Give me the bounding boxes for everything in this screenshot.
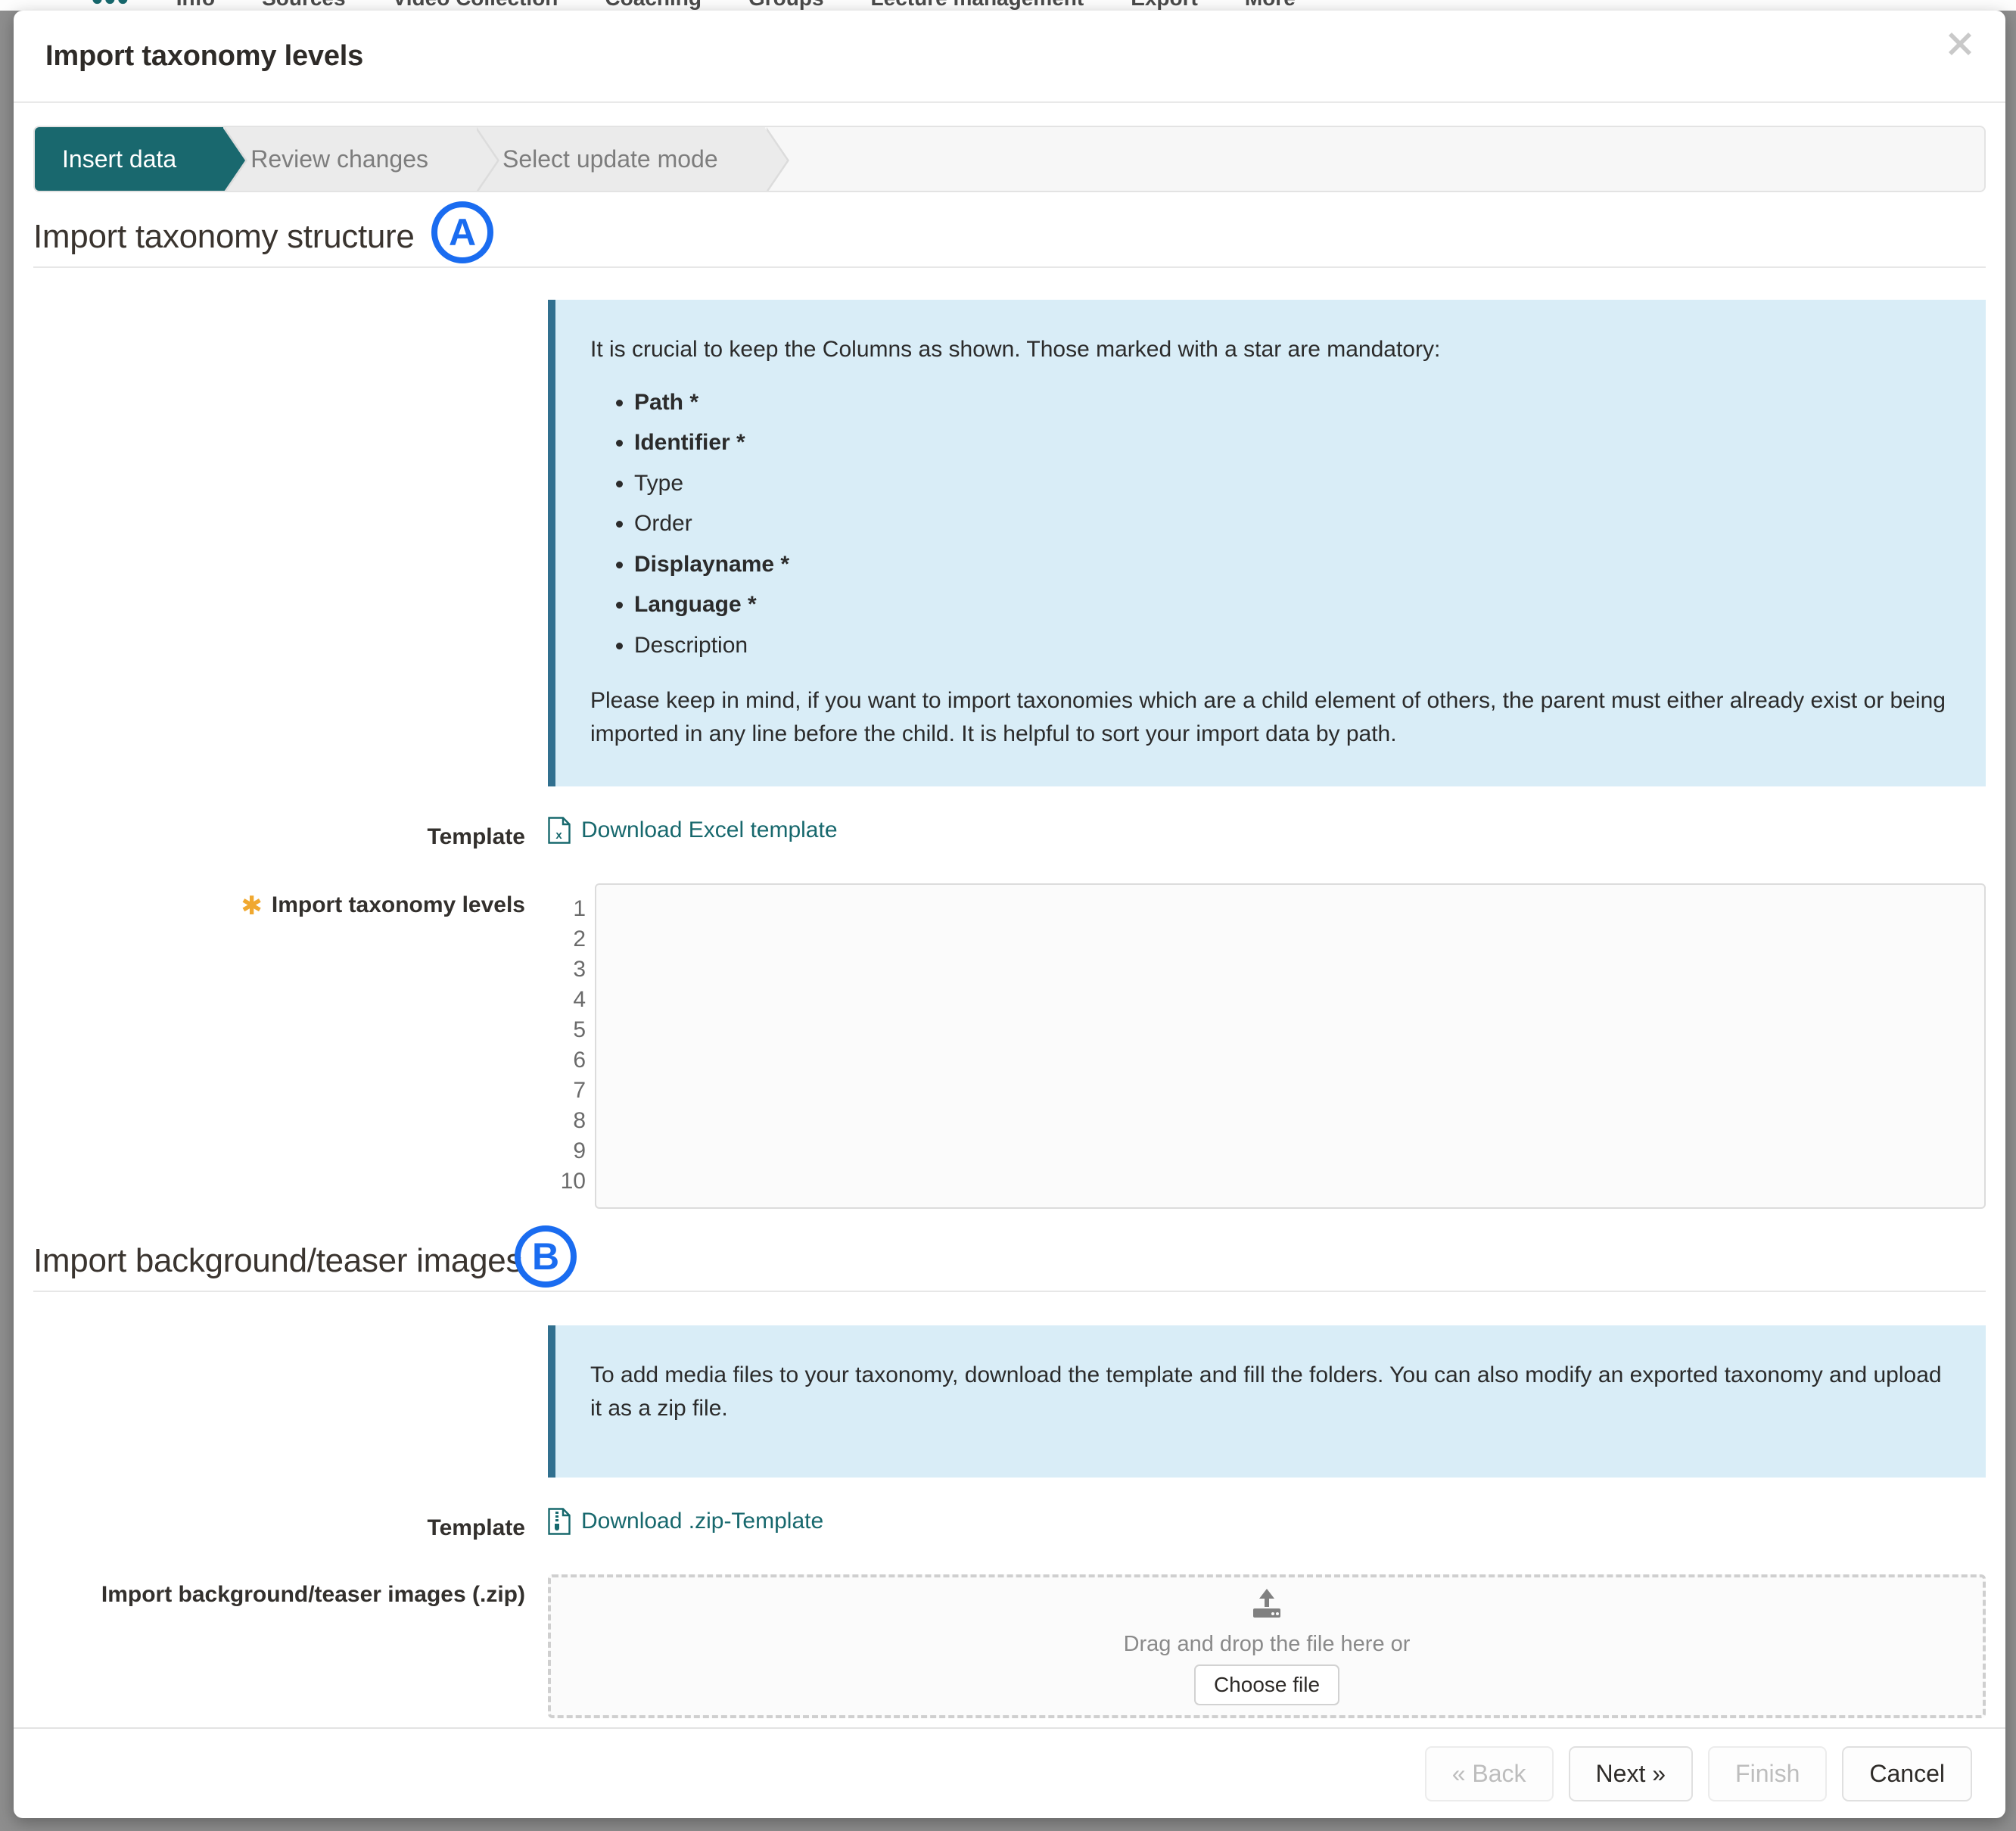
- file-dropzone[interactable]: Drag and drop the file here or Choose fi…: [548, 1574, 1986, 1718]
- section-a-title: Import taxonomy structure: [33, 218, 415, 256]
- svg-text:x: x: [555, 829, 562, 842]
- info-alert-background-teaser-images: To add media files to your taxonomy, dow…: [548, 1325, 1986, 1478]
- zip-file-icon: [548, 1508, 571, 1535]
- line-number-gutter: 1 2 3 4 5 6 7 8 9 10: [548, 883, 595, 1209]
- section-heading-import-taxonomy-structure: Import taxonomy structure A: [33, 218, 1986, 268]
- import-taxonomy-levels-textarea[interactable]: [595, 883, 1986, 1209]
- finish-button[interactable]: Finish: [1708, 1746, 1827, 1801]
- import-taxonomy-levels-row: ✱ Import taxonomy levels 1 2 3 4 5 6 7 8 …: [33, 883, 1986, 1209]
- info-alert-taxonomy-structure: It is crucial to keep the Columns as sho…: [548, 300, 1986, 786]
- step-select-update-mode[interactable]: Select update mode: [475, 127, 765, 191]
- step-review-changes[interactable]: Review changes: [223, 127, 475, 191]
- download-zip-template-label: Download .zip-Template: [581, 1509, 823, 1534]
- dropzone-text: Drag and drop the file here or: [1124, 1632, 1411, 1657]
- step-insert-data-label: Insert data: [62, 145, 176, 173]
- alert-a-column-list: Path * Identifier * Type Order Displayna…: [590, 386, 1951, 662]
- next-button[interactable]: Next »: [1569, 1746, 1693, 1801]
- line-number: 6: [548, 1045, 586, 1076]
- back-chevron-icon: «: [1452, 1760, 1466, 1787]
- line-number: 9: [548, 1136, 586, 1166]
- line-number: 2: [548, 924, 586, 954]
- modal-header: Import taxonomy levels: [14, 11, 2005, 103]
- line-number: 1: [548, 894, 586, 924]
- modal-body: Insert data Review changes Select update…: [14, 103, 2005, 1727]
- line-number: 10: [548, 1166, 586, 1197]
- alert-a-note: Please keep in mind, if you want to impo…: [590, 684, 1951, 750]
- template-label-b: Template: [33, 1508, 548, 1541]
- cancel-button[interactable]: Cancel: [1842, 1746, 1972, 1801]
- wizard-stepper: Insert data Review changes Select update…: [33, 126, 1986, 192]
- download-excel-template-label: Download Excel template: [581, 817, 838, 843]
- line-number: 7: [548, 1076, 586, 1106]
- required-asterisk-icon: ✱: [241, 892, 263, 920]
- download-zip-template-link[interactable]: Download .zip-Template: [548, 1508, 823, 1535]
- background-nav-item-5[interactable]: Lecture management: [871, 0, 1084, 11]
- code-editor: 1 2 3 4 5 6 7 8 9 10: [548, 883, 1986, 1209]
- step-review-changes-label: Review changes: [250, 145, 428, 173]
- background-nav-item-6[interactable]: Export: [1131, 0, 1198, 11]
- alert-a-column-0: Path *: [634, 386, 1951, 419]
- background-nav-item-1[interactable]: Sources: [262, 0, 346, 11]
- back-button-label: Back: [1472, 1760, 1526, 1787]
- back-button[interactable]: « Back: [1425, 1746, 1554, 1801]
- import-images-label: Import background/teaser images (.zip): [33, 1574, 548, 1608]
- alert-b-text: To add media files to your taxonomy, dow…: [590, 1359, 1951, 1425]
- choose-file-button[interactable]: Choose file: [1194, 1664, 1339, 1705]
- template-label-a: Template: [33, 817, 548, 850]
- alert-a-column-6: Description: [634, 629, 1951, 662]
- background-page: ●●● Info Sources Video Collection Coachi…: [0, 0, 2016, 11]
- alert-a-intro: It is crucial to keep the Columns as sho…: [590, 333, 1951, 366]
- modal-title: Import taxonomy levels: [45, 40, 363, 73]
- alert-row-b-spacer: [33, 1325, 548, 1333]
- section-b-title: Import background/teaser images: [33, 1242, 522, 1280]
- import-taxonomy-levels-label: ✱ Import taxonomy levels: [33, 883, 548, 921]
- line-number: 5: [548, 1015, 586, 1045]
- alert-a-column-3: Order: [634, 507, 1951, 540]
- section-heading-import-background-teaser-images: Import background/teaser images B: [33, 1242, 1986, 1292]
- step-insert-data[interactable]: Insert data: [35, 127, 223, 191]
- next-button-label: Next: [1596, 1760, 1646, 1787]
- line-number: 8: [548, 1106, 586, 1136]
- alert-a-column-2: Type: [634, 467, 1951, 500]
- line-number: 4: [548, 985, 586, 1015]
- line-number: 3: [548, 954, 586, 985]
- background-nav-item-7[interactable]: More: [1245, 0, 1296, 11]
- stepper-tail: [765, 127, 1984, 191]
- background-nav-item-4[interactable]: Groups: [748, 0, 824, 11]
- import-images-row: Import background/teaser images (.zip) D…: [33, 1574, 1986, 1718]
- background-nav-item-0[interactable]: Info: [176, 0, 215, 11]
- alert-a-column-5: Language *: [634, 588, 1951, 621]
- annotation-badge-a: A: [431, 201, 493, 263]
- template-row-a: Template x Download Excel template: [33, 817, 1986, 850]
- import-taxonomy-modal: Import taxonomy levels Insert data Revie…: [14, 11, 2005, 1818]
- import-taxonomy-levels-label-text: Import taxonomy levels: [272, 892, 525, 917]
- close-icon[interactable]: [1939, 23, 1981, 65]
- alert-a-column-4: Displayname *: [634, 548, 1951, 581]
- template-row-b: Template Download .zip-Template: [33, 1508, 1986, 1541]
- annotation-badge-b: B: [515, 1225, 577, 1288]
- background-nav-item-2[interactable]: Video Collection: [393, 0, 558, 11]
- download-excel-template-link[interactable]: x Download Excel template: [548, 817, 838, 844]
- alert-a-column-1: Identifier *: [634, 426, 1951, 459]
- next-chevron-icon: »: [1652, 1760, 1666, 1787]
- step-select-update-mode-label: Select update mode: [502, 145, 718, 173]
- alert-row-b: To add media files to your taxonomy, dow…: [33, 1325, 1986, 1478]
- modal-footer: « Back Next » Finish Cancel: [14, 1727, 2005, 1818]
- background-nav-item-3[interactable]: Coaching: [605, 0, 702, 11]
- background-nav-brand: ●●●: [91, 0, 129, 11]
- upload-icon: [1249, 1587, 1285, 1624]
- background-nav: ●●● Info Sources Video Collection Coachi…: [0, 0, 2016, 11]
- alert-row-a-spacer: [33, 300, 548, 307]
- alert-row-a: It is crucial to keep the Columns as sho…: [33, 300, 1986, 786]
- excel-file-icon: x: [548, 817, 571, 844]
